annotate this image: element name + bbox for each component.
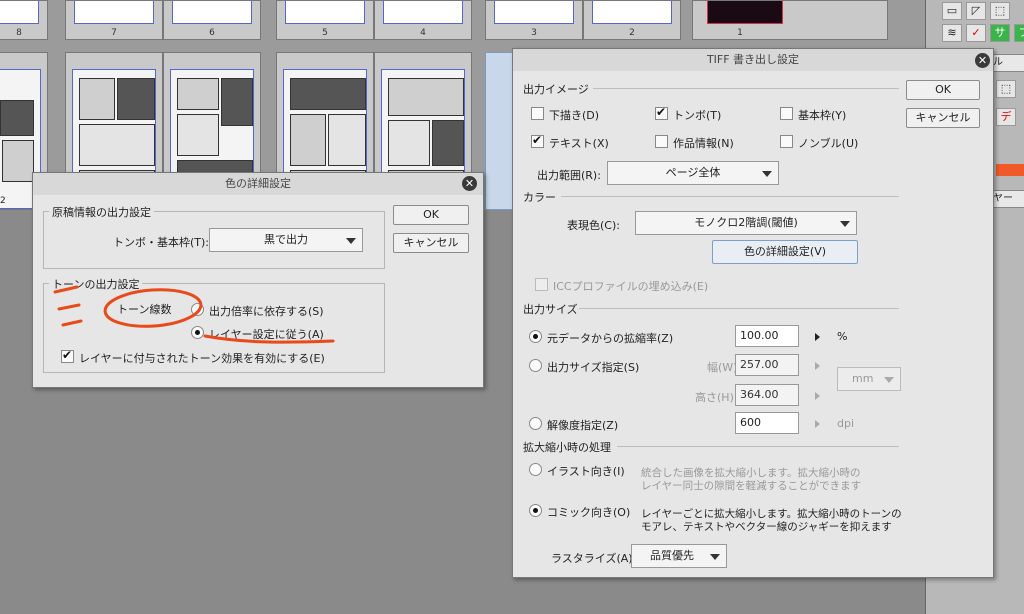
comic-radio[interactable] [529, 504, 542, 517]
page-thumb-2[interactable]: 2 [583, 0, 681, 40]
expr-color-value: モノクロ2階調(閾値) [694, 216, 798, 229]
frame-icon[interactable]: ⬚ [990, 2, 1010, 20]
green-tool-icon[interactable]: サ [990, 24, 1010, 42]
divider [593, 88, 899, 89]
dialog-title: TIFF 書き出し設定 [513, 49, 993, 71]
work-info-label: 作品情報(N) [673, 137, 734, 150]
page-number: 2 [0, 196, 6, 206]
chevron-down-icon [762, 171, 772, 177]
ok-button[interactable]: OK [906, 80, 980, 100]
green-tool-icon-2[interactable]: フ [1014, 24, 1024, 42]
text-tool-icon[interactable]: デ [996, 108, 1016, 126]
section-color: カラー [523, 191, 556, 204]
color-detail-dialog: 色の詳細設定 ✕ OK キャンセル 原稿情報の出力設定 トンボ・基本枠(T): … [32, 172, 484, 388]
text-checkbox[interactable] [531, 133, 544, 148]
rasterize-select[interactable]: 品質優先 [631, 544, 727, 568]
close-icon[interactable]: ✕ [975, 53, 990, 68]
draft-label: 下描き(D) [549, 109, 600, 122]
divider [617, 446, 899, 447]
range-value: ページ全体 [665, 166, 721, 179]
page-thumb-1[interactable]: 1 [692, 0, 888, 40]
page-thumb-8[interactable]: 8 [0, 0, 48, 40]
scale-unit: % [837, 330, 848, 343]
list-icon[interactable]: ≋ [942, 24, 962, 42]
page-number: 8 [16, 28, 22, 38]
comic-label: コミック向き(O) [547, 506, 631, 519]
resolution-label: 解像度指定(Z) [547, 419, 619, 432]
illust-label: イラスト向き(I) [547, 465, 625, 478]
page-thumb-3[interactable]: 3 [485, 0, 583, 40]
chevron-down-icon [840, 221, 850, 227]
page-thumb-5[interactable]: 5 [276, 0, 374, 40]
work-info-checkbox[interactable] [655, 135, 668, 148]
expr-color-select[interactable]: モノクロ2階調(閾値) [635, 211, 857, 235]
unit-value: mm [852, 372, 874, 385]
cancel-button[interactable]: キャンセル [906, 108, 980, 128]
frame-checkbox[interactable] [780, 107, 793, 120]
resolution-radio[interactable] [529, 417, 542, 430]
size-label: 出力サイズ指定(S) [547, 361, 640, 374]
comic-desc-2: モアレ、テキストやベクター線のジャギーを抑えます [641, 521, 892, 533]
page-thumb-7[interactable]: 7 [65, 0, 163, 40]
draft-checkbox[interactable] [531, 107, 544, 120]
page-number: 4 [420, 28, 426, 38]
annotation-overlay [53, 285, 335, 344]
tombo-checkbox[interactable] [655, 105, 668, 120]
pen-icon[interactable]: ✓ [966, 24, 986, 42]
color-detail-button[interactable]: 色の詳細設定(V) [712, 240, 858, 264]
page-thumb-6[interactable]: 6 [163, 0, 261, 40]
chevron-down-icon [710, 554, 720, 560]
illust-radio[interactable] [529, 463, 542, 476]
resolution-unit: dpi [837, 417, 855, 430]
rasterize-label: ラスタライズ(A): [551, 552, 637, 565]
select-icon[interactable]: ⬚ [996, 80, 1016, 98]
tombo-label: トンボ(T) [673, 109, 722, 122]
size-radio[interactable] [529, 359, 542, 372]
edit-icon[interactable]: ◸ [966, 2, 986, 20]
nombre-label: ノンブル(U) [798, 137, 859, 150]
play-icon [815, 362, 820, 370]
page-thumb-selected[interactable] [485, 52, 513, 210]
play-icon [815, 420, 820, 428]
page-thumb-4[interactable]: 4 [374, 0, 472, 40]
page-number: 6 [209, 28, 215, 38]
illust-desc-2: レイヤー同士の隙間を軽減することができます [641, 480, 862, 492]
rasterize-value: 品質優先 [650, 549, 694, 562]
scale-input[interactable]: 100.00 [735, 325, 799, 347]
scale-radio[interactable] [529, 330, 542, 343]
width-input[interactable]: 257.00 [735, 354, 799, 376]
play-icon [815, 333, 820, 341]
section-scaling: 拡大縮小時の処理 [523, 441, 611, 454]
play-icon [815, 392, 820, 400]
scale-label: 元データからの拡縮率(Z) [547, 332, 674, 345]
expr-color-label: 表現色(C): [567, 219, 620, 232]
range-select[interactable]: ページ全体 [607, 161, 779, 185]
height-label: 高さ(H): [695, 391, 738, 404]
range-label: 出力範囲(R): [537, 169, 601, 182]
frame-label: 基本枠(Y) [798, 109, 847, 122]
section-output-image: 出力イメージ [523, 83, 589, 96]
page-number: 5 [322, 28, 328, 38]
annotation-marks [53, 285, 335, 344]
page-number: 2 [629, 28, 635, 38]
text-label: テキスト(X) [549, 137, 609, 150]
section-output-size: 出力サイズ [523, 303, 578, 316]
divider [561, 196, 899, 197]
layer-icon[interactable]: ▭ [942, 2, 962, 20]
unit-select[interactable]: mm [837, 367, 901, 391]
page-number: 1 [737, 28, 743, 38]
icc-label: ICCプロファイルの埋め込み(E) [553, 280, 709, 293]
page-number: 3 [531, 28, 537, 38]
divider [579, 308, 899, 309]
height-input[interactable]: 364.00 [735, 384, 799, 406]
color-swatch[interactable] [996, 164, 1024, 176]
resolution-input[interactable]: 600 [735, 412, 799, 434]
nombre-checkbox[interactable] [780, 135, 793, 148]
page-number: 7 [111, 28, 117, 38]
tiff-export-dialog: TIFF 書き出し設定 ✕ OK キャンセル 出力イメージ 下描き(D) トンボ… [512, 48, 994, 578]
icc-checkbox[interactable] [535, 278, 548, 291]
chevron-down-icon [884, 377, 894, 383]
